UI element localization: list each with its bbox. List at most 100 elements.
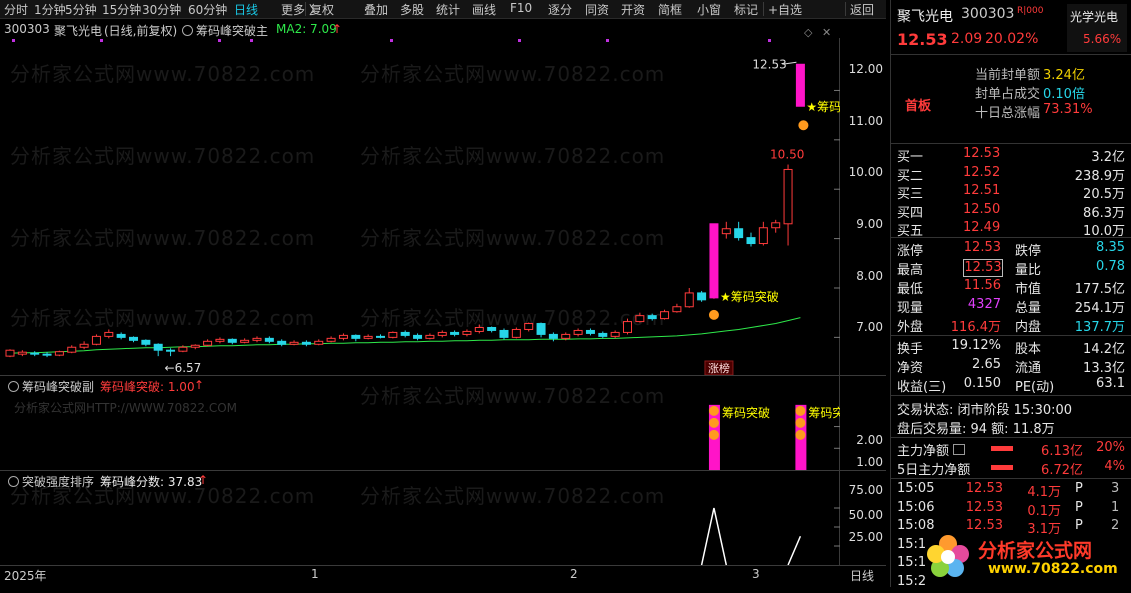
- sub1-tick-label: 1.00: [856, 455, 883, 469]
- tick-flag: P: [1075, 481, 1083, 496]
- candle: [499, 328, 509, 340]
- candle: [536, 322, 546, 338]
- kline-chart[interactable]: 12.53 10.50 ←6.57 ★筹码突破 ★筹码突涨榜: [0, 38, 840, 375]
- candle-body: [67, 346, 77, 353]
- candle-body: [771, 222, 781, 229]
- toolbar-item[interactable]: 统计: [436, 1, 460, 18]
- candle: [104, 329, 114, 339]
- candle-body: [425, 334, 435, 339]
- time-axis-month: 1: [311, 567, 319, 581]
- time-axis-month: 3: [752, 567, 760, 581]
- candle-body: [388, 331, 398, 338]
- candle-body: [178, 346, 188, 352]
- sub1-indicator-name[interactable]: 筹码峰突破副: [22, 378, 94, 395]
- score-line: [700, 507, 728, 565]
- candle-body: [795, 63, 805, 107]
- top-marker-dot: [250, 39, 253, 42]
- sub2-chart[interactable]: [0, 489, 840, 565]
- stat-value: 177.5亿: [1074, 282, 1125, 297]
- sub1-chart[interactable]: 筹码突破 筹码突: [0, 394, 840, 470]
- bid-price: 12.50: [963, 201, 1001, 217]
- candle-body: [561, 333, 571, 339]
- period-label[interactable]: 日线: [850, 567, 874, 584]
- candle-body: [573, 329, 583, 335]
- candle-body: [141, 339, 151, 345]
- toolbar-item[interactable]: 分时: [4, 1, 28, 18]
- ma2-label: MA2: 7.09: [276, 22, 337, 36]
- high-price-label: 10.50: [770, 148, 804, 162]
- candle: [91, 334, 101, 346]
- toolbar-item[interactable]: 1分钟: [34, 1, 66, 18]
- candle-body: [598, 332, 608, 337]
- candle-body: [499, 329, 509, 338]
- candle: [462, 329, 472, 337]
- candle: [314, 339, 324, 346]
- adjust-mode[interactable]: (日线,前复权): [104, 22, 177, 39]
- toolbar-item[interactable]: 开资: [621, 1, 645, 18]
- candle: [351, 334, 361, 342]
- candle: [17, 350, 27, 357]
- toolbar-item[interactable]: 简框: [658, 1, 682, 18]
- table-icon[interactable]: [953, 444, 965, 455]
- top-marker-dot: [606, 39, 609, 42]
- candle: [264, 336, 274, 344]
- stat-label: 总量: [1015, 301, 1042, 316]
- money-bag-icon: [798, 120, 809, 131]
- candle-body: [413, 334, 423, 339]
- candle: [400, 330, 410, 338]
- sector-pct: 5.66%: [1083, 32, 1122, 46]
- candle-body: [277, 340, 287, 345]
- candle: [129, 336, 138, 343]
- limit-info-label: 封单占成交: [975, 87, 1041, 102]
- toolbar-item[interactable]: 逐分: [548, 1, 572, 18]
- bid-label: 买一: [897, 150, 924, 165]
- toolbar-item[interactable]: 同资: [585, 1, 609, 18]
- quote-stock-code: 300303: [961, 6, 1015, 22]
- quote-stock-name: 聚飞光电: [897, 9, 953, 25]
- candle: [153, 343, 163, 357]
- toolbar-item[interactable]: 日线: [234, 1, 258, 18]
- toolbar-item[interactable]: 标记: [734, 1, 758, 18]
- top-marker-dot: [218, 39, 221, 42]
- toolbar-item[interactable]: 返回: [850, 1, 874, 18]
- candle-body: [376, 335, 385, 338]
- candle-body: [548, 333, 558, 339]
- toolbar-item[interactable]: 5分钟: [65, 1, 97, 18]
- toolbar-item[interactable]: 多股: [400, 1, 424, 18]
- bid-volume: 3.2亿: [1091, 150, 1125, 165]
- toolbar-item[interactable]: 复权: [310, 1, 334, 18]
- sector-box[interactable]: 光学光电 5.66%: [1067, 4, 1127, 52]
- candle-body: [474, 326, 484, 332]
- candle: [450, 330, 460, 337]
- toolbar-separator: [845, 2, 846, 16]
- toolbar-item[interactable]: +自选: [768, 1, 802, 18]
- toolbar-item[interactable]: 15分钟: [102, 1, 141, 18]
- stat-value: 12.53: [963, 259, 1003, 277]
- candle: [79, 341, 89, 350]
- limit-info-value: 3.24亿: [1043, 68, 1085, 83]
- toolbar-item[interactable]: 叠加: [364, 1, 388, 18]
- low-price-label: ←6.57: [165, 361, 202, 375]
- toolbar-item[interactable]: 30分钟: [142, 1, 181, 18]
- candle-body: [635, 315, 645, 323]
- toolbar-item[interactable]: 60分钟: [188, 1, 227, 18]
- candle-body: [252, 337, 262, 341]
- candle: [487, 326, 497, 333]
- candle: [363, 334, 373, 340]
- bid-volume: 238.9万: [1074, 168, 1125, 184]
- toolbar-item[interactable]: 小窗: [697, 1, 721, 18]
- toolbar-item[interactable]: F10: [510, 1, 532, 15]
- indicator-settings-icon[interactable]: [182, 25, 193, 36]
- candle: [709, 223, 719, 299]
- candle: [623, 318, 632, 335]
- candle-body: [734, 228, 744, 239]
- candle: [795, 63, 805, 107]
- fin-value: 2.65: [972, 357, 1001, 372]
- candle-body: [104, 331, 114, 337]
- time-axis-year: 2025年: [4, 569, 47, 583]
- sub1-settings-icon[interactable]: [8, 381, 19, 392]
- main-indicator-name[interactable]: 筹码峰突破主: [196, 22, 268, 39]
- candle: [684, 287, 694, 308]
- candle: [672, 303, 682, 313]
- toolbar-item[interactable]: 画线: [472, 1, 496, 18]
